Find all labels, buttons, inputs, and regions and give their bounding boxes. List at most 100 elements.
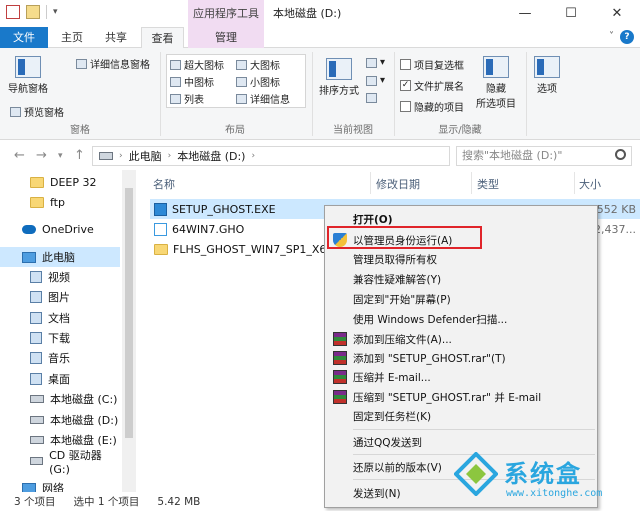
nav-pane-button[interactable]: 导航窗格 [6, 56, 50, 95]
nav-item-desktop[interactable]: 桌面 [0, 369, 120, 389]
menu-item-open[interactable]: 打开(O) [327, 209, 595, 229]
options-button[interactable]: 选项 [530, 56, 564, 95]
nav-item-onedrive[interactable]: OneDrive [0, 219, 120, 239]
breadcrumb-drive-d[interactable]: 本地磁盘 (D:) [177, 148, 245, 164]
documents-icon [30, 312, 42, 324]
chevron-right-icon[interactable]: › [119, 151, 123, 161]
menu-item-take-ownership[interactable]: 管理员取得所有权 [327, 249, 595, 269]
menu-item-label: 固定到任务栏(K) [353, 410, 432, 423]
ribbon-collapse-icon[interactable]: ˅ [609, 31, 614, 42]
folder-icon [30, 176, 44, 188]
back-arrow-icon[interactable]: ← [14, 148, 25, 163]
watermark-logo-icon [454, 452, 498, 496]
layout-list[interactable]: 列表 [170, 91, 204, 106]
menu-item-label: 兼容性疑难解答(Y) [353, 273, 442, 286]
item-checkbox-toggle[interactable]: 项目复选框 [400, 57, 464, 72]
column-header-size[interactable]: 大小 [579, 176, 601, 192]
menu-item-compress-email[interactable]: 压缩并 E-mail... [327, 367, 595, 387]
breadcrumb-pc[interactable]: 此电脑 [129, 148, 162, 164]
qat-dropdown-icon[interactable]: ▾ [53, 7, 58, 17]
forward-arrow-icon[interactable]: → [36, 148, 47, 163]
menu-item-compress-rar-email[interactable]: 压缩到 "SETUP_GHOST.rar" 并 E-mail [327, 387, 595, 407]
menu-item-label: 固定到"开始"屏幕(P) [353, 293, 451, 306]
hidden-items-toggle[interactable]: 隐藏的项目 [400, 99, 464, 114]
preview-pane-button[interactable]: 预览窗格 [10, 104, 64, 119]
checkbox-checked[interactable]: ✓ [400, 80, 411, 91]
menu-item-label: 使用 Windows Defender扫描... [353, 313, 508, 326]
group-by-button[interactable]: ▾ [366, 57, 385, 68]
nav-pane-scrollbar[interactable] [122, 170, 136, 492]
layout-medium-icons[interactable]: 中图标 [170, 74, 214, 89]
sort-by-button[interactable]: 排序方式 [316, 58, 362, 97]
nav-item-cd-drive-g[interactable]: CD 驱动器 (G:) [0, 449, 120, 476]
column-header-modified[interactable]: 修改日期 [376, 176, 420, 192]
search-icon[interactable] [615, 149, 626, 160]
scrollbar-thumb[interactable] [125, 188, 133, 438]
column-divider[interactable] [471, 172, 472, 194]
menu-item-pin-to-taskbar[interactable]: 固定到任务栏(K) [327, 406, 595, 426]
close-button[interactable]: ✕ [594, 0, 640, 27]
recent-locations-icon[interactable]: ▾ [58, 151, 63, 161]
qat-divider [46, 5, 47, 19]
menu-item-pin-to-start[interactable]: 固定到"开始"屏幕(P) [327, 289, 595, 309]
options-label: 选项 [537, 84, 557, 95]
size-columns-button[interactable] [366, 93, 377, 103]
nav-item-label: 图片 [48, 291, 70, 304]
layout-label: 列表 [184, 95, 204, 106]
checkbox[interactable] [400, 59, 411, 70]
nav-item-ftp[interactable]: ftp [0, 192, 120, 212]
checkbox[interactable] [400, 101, 411, 112]
column-divider[interactable] [370, 172, 371, 194]
nav-item-documents[interactable]: 文档 [0, 308, 120, 328]
chevron-right-icon[interactable]: › [251, 151, 255, 161]
hide-selected-button[interactable]: 隐藏 所选项目 [472, 56, 520, 110]
nav-item-downloads[interactable]: 下载 [0, 328, 120, 348]
layout-extra-large-icons[interactable]: 超大图标 [170, 57, 224, 72]
tab-file[interactable]: 文件 [0, 27, 48, 48]
up-arrow-icon[interactable]: ↑ [74, 148, 85, 163]
layout-small-icons[interactable]: 小图标 [236, 74, 280, 89]
preview-pane-label: 预览窗格 [24, 108, 64, 119]
quick-access-toolbar: ▾ [6, 5, 58, 19]
menu-item-add-to-rar[interactable]: 添加到 "SETUP_GHOST.rar"(T) [327, 348, 595, 368]
new-folder-icon[interactable] [26, 5, 40, 19]
nav-item-videos[interactable]: 视频 [0, 267, 120, 287]
minimize-button[interactable]: — [502, 0, 548, 27]
chevron-right-icon[interactable]: › [168, 151, 172, 161]
nav-item-deep32[interactable]: DEEP 32 [0, 172, 120, 192]
watermark-brand: 系统盒 [504, 460, 582, 488]
medium-icons-icon [170, 76, 181, 87]
details-pane-button[interactable]: 详细信息窗格 [76, 56, 150, 71]
nav-item-drive-c[interactable]: 本地磁盘 (C:) [0, 389, 120, 409]
nav-item-music[interactable]: 音乐 [0, 348, 120, 368]
menu-item-defender-scan[interactable]: 使用 Windows Defender扫描... [327, 309, 595, 329]
tab-home[interactable]: 主页 [52, 27, 92, 48]
nav-item-drive-d[interactable]: 本地磁盘 (D:) [0, 410, 120, 430]
nav-pane-label: 导航窗格 [8, 84, 48, 95]
nav-item-network[interactable]: 网络 [0, 478, 120, 492]
dropdown-caret-icon: ▾ [380, 57, 386, 68]
menu-item-compat-troubleshoot[interactable]: 兼容性疑难解答(Y) [327, 269, 595, 289]
address-bar[interactable]: › 此电脑 › 本地磁盘 (D:) › [92, 146, 450, 166]
maximize-button[interactable]: ☐ [548, 0, 594, 27]
menu-item-run-as-admin[interactable]: 以管理员身份运行(A) [327, 230, 595, 250]
column-header-name[interactable]: 名称 [153, 176, 175, 192]
column-header-type[interactable]: 类型 [477, 176, 499, 192]
downloads-icon [30, 332, 42, 344]
menu-item-add-to-archive[interactable]: 添加到压缩文件(A)... [327, 329, 595, 349]
tab-view[interactable]: 查看 [141, 27, 184, 49]
layout-details[interactable]: 详细信息 [236, 91, 290, 106]
column-divider[interactable] [574, 172, 575, 194]
menu-item-label: 压缩并 E-mail... [353, 371, 431, 384]
properties-icon[interactable] [6, 5, 20, 19]
tab-manage[interactable]: 管理 [188, 27, 264, 48]
help-icon[interactable]: ? [620, 30, 634, 44]
pc-icon [22, 251, 36, 263]
layout-large-icons[interactable]: 大图标 [236, 57, 280, 72]
nav-item-this-pc[interactable]: 此电脑 [0, 247, 120, 267]
search-input[interactable]: 搜索"本地磁盘 (D:)" [456, 146, 632, 166]
nav-item-pictures[interactable]: 图片 [0, 287, 120, 307]
tab-share[interactable]: 共享 [96, 27, 136, 48]
file-extension-toggle[interactable]: ✓ 文件扩展名 [400, 78, 464, 93]
add-columns-button[interactable]: ▾ [366, 75, 385, 86]
